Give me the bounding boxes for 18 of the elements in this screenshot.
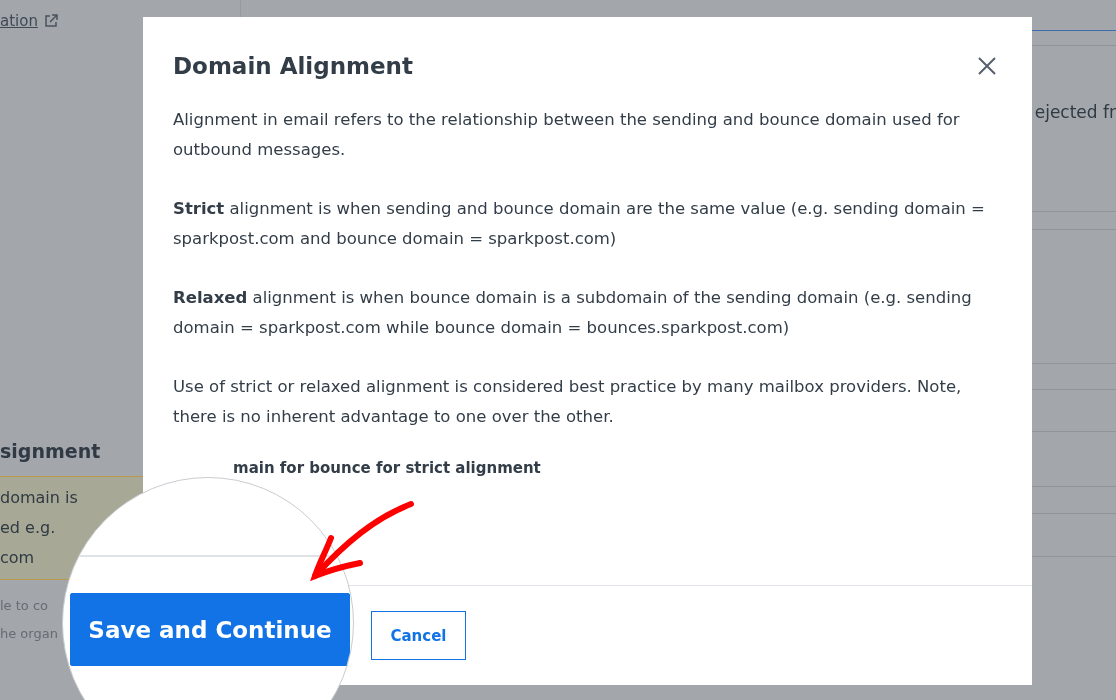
external-link-icon — [43, 14, 58, 28]
help-text: le to co — [0, 597, 49, 615]
cancel-button[interactable]: Cancel — [371, 611, 466, 660]
notice-text: domain is — [0, 487, 79, 509]
notice-text: com — [0, 547, 36, 569]
field-label: main for bounce for strict alignment — [233, 459, 542, 477]
paragraph: Use of strict or relaxed alignment is considered best practice by many mailbox providers. Note, there is no inherent advantage to one over the other. — [173, 376, 963, 428]
notice-text: ed e.g. — [0, 517, 57, 539]
section-heading: signment — [0, 440, 102, 462]
paragraph: Relaxed alignment is when bounce domain is a subdomain of the sending domain (e.g. sending domain = sparkpost.com while bounce domain = bounces.sparkpost.com) — [173, 287, 973, 339]
save-button[interactable]: Save and Continue — [70, 593, 350, 666]
paragraph: Alignment in email refers to the relationship between the sending and bounce domain used for outbound messages. — [173, 109, 961, 161]
documentation-link[interactable]: ation — [0, 12, 38, 30]
help-text: he organ — [0, 625, 58, 643]
close-button[interactable] — [976, 55, 998, 77]
paragraph: Strict alignment is when sending and bounce domain are the same value (e.g. sending domain = sparkpost.com and bounce domain = sparkpost.com) — [173, 198, 986, 250]
dialog-title: Domain Alignment — [173, 53, 413, 79]
description-text: ejected fr — [1034, 102, 1116, 124]
